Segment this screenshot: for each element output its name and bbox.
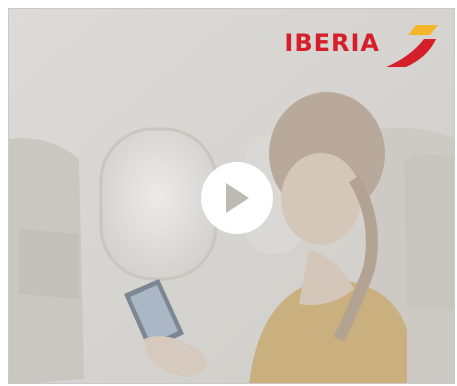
iberia-logo: IBERIA: [284, 23, 440, 69]
brand-wordmark: IBERIA: [284, 29, 380, 57]
play-button[interactable]: [201, 162, 273, 234]
play-icon: [226, 183, 249, 213]
brand-swoosh-icon: [386, 25, 438, 67]
video-player[interactable]: IBERIA: [8, 8, 455, 384]
